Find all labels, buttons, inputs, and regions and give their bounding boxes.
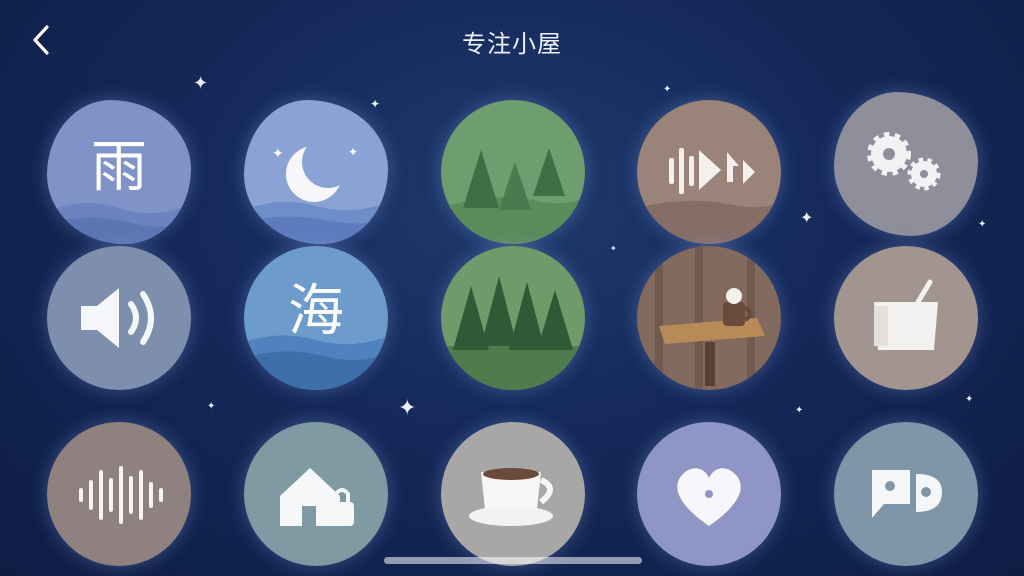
star-decoration: ✦ <box>795 405 804 416</box>
speaker-icon <box>47 246 191 390</box>
chat-tile[interactable] <box>834 422 978 566</box>
volume-tile[interactable] <box>47 246 191 390</box>
tag-icon <box>834 246 978 390</box>
star-decoration: ✦ <box>370 97 381 111</box>
sound-wave-icon <box>637 100 781 244</box>
gears-tile[interactable] <box>834 92 978 236</box>
rain-sound-tile[interactable]: 雨 <box>47 100 191 244</box>
sea-glyph: 海 <box>288 279 344 344</box>
coffee-tile[interactable] <box>441 422 585 566</box>
moon-icon: ✦ ✦ <box>244 100 388 244</box>
forest-tile[interactable] <box>441 246 585 390</box>
star-decoration: ✦ <box>800 208 814 227</box>
svg-text:✦: ✦ <box>272 146 284 162</box>
home-lock-tile[interactable] <box>244 422 388 566</box>
sea-character-icon: 海 <box>244 246 388 390</box>
waveform-tile[interactable] <box>47 422 191 566</box>
cafe-tile[interactable] <box>637 246 781 390</box>
star-decoration: ✦ <box>193 73 209 94</box>
rain-glyph: 雨 <box>91 135 147 200</box>
home-lock-icon <box>244 422 388 566</box>
forest-hill-tile[interactable] <box>441 100 585 244</box>
night-sound-tile[interactable]: ✦ ✦ <box>244 100 388 244</box>
gears-icon <box>834 92 978 236</box>
sea-sound-tile[interactable]: 海 <box>244 246 388 390</box>
sound-wave-tile[interactable] <box>637 100 781 244</box>
star-decoration: ✦ <box>965 394 974 405</box>
tag-tile[interactable] <box>834 246 978 390</box>
page-title: 专注小屋 <box>462 30 562 58</box>
star-decoration: ✦ <box>663 84 672 95</box>
star-decoration: ✦ <box>610 244 617 253</box>
star-decoration: ✦ <box>207 401 216 412</box>
waveform-icon <box>47 422 191 566</box>
svg-text:✦: ✦ <box>348 145 358 159</box>
star-decoration: ✦ <box>398 396 417 421</box>
coffee-cup-icon <box>441 422 585 566</box>
heart-tile[interactable] <box>637 422 781 566</box>
rain-character-icon: 雨 <box>47 100 191 244</box>
pine-trees-icon <box>441 100 585 244</box>
coffee-table-icon <box>637 246 781 390</box>
forest-icon <box>441 246 585 390</box>
chat-bubbles-icon <box>834 422 978 566</box>
home-indicator[interactable] <box>384 557 642 564</box>
star-decoration: ✦ <box>978 219 987 230</box>
heart-icon <box>637 422 781 566</box>
